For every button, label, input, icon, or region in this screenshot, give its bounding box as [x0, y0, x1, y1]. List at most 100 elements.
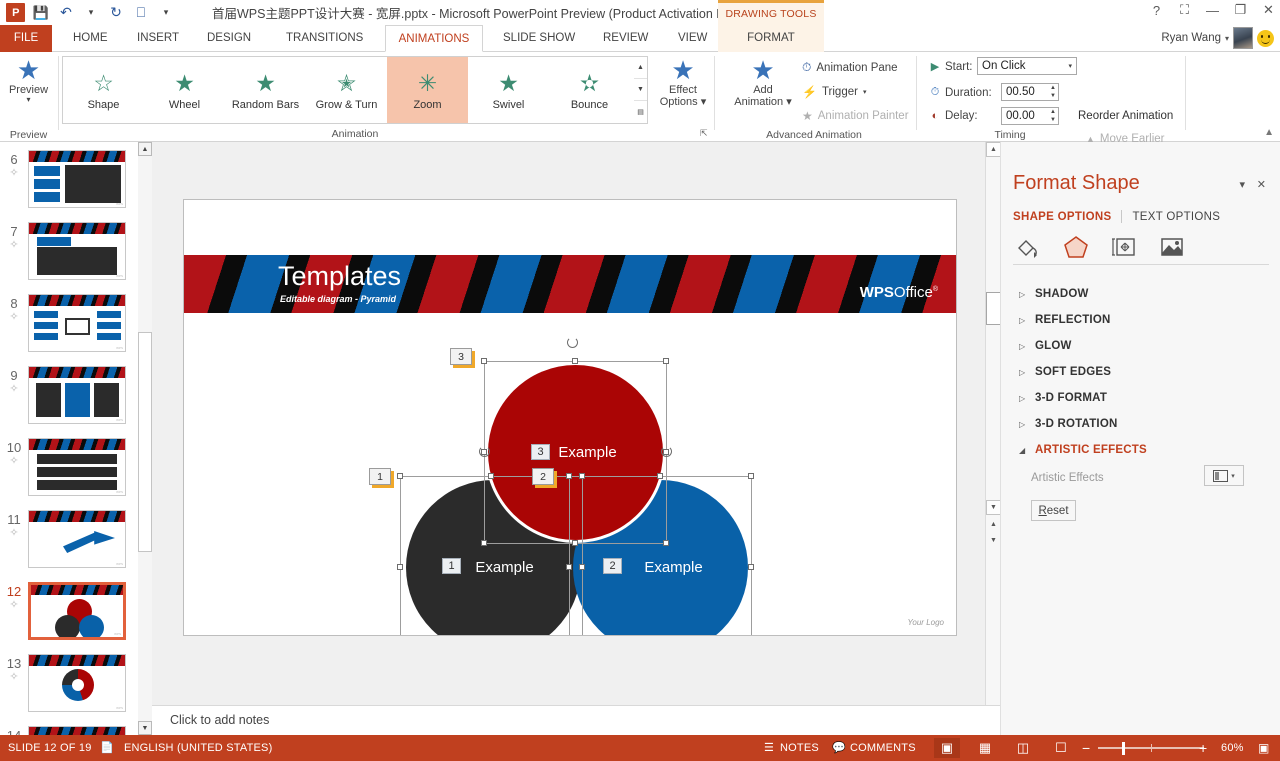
thumbnail-slide-8[interactable]: 8 ✧ WPS: [0, 294, 138, 352]
animation-dialog-launcher[interactable]: ⇱: [700, 128, 708, 139]
canvas-scroll-down-icon[interactable]: ▼: [986, 500, 1001, 515]
customize-qat-icon[interactable]: ▾: [157, 4, 175, 22]
artistic-effects-dropdown[interactable]: ▾: [1204, 465, 1244, 486]
rotate-handle-right[interactable]: [661, 446, 672, 457]
handle-e[interactable]: [579, 564, 585, 570]
reading-view-button[interactable]: ◫: [1010, 738, 1036, 758]
animation-star-icon[interactable]: ✧: [0, 455, 28, 468]
tab-file[interactable]: FILE: [0, 25, 52, 52]
animation-wheel[interactable]: ★ Wheel: [144, 57, 225, 123]
section-glow[interactable]: ▷ GLOW: [1019, 340, 1072, 352]
animation-tag-1[interactable]: 1: [369, 468, 391, 485]
animation-star-icon[interactable]: ✧: [0, 167, 28, 180]
handle-w[interactable]: [566, 564, 572, 570]
handle-ne[interactable]: [579, 473, 585, 479]
comments-button[interactable]: COMMENTS: [850, 735, 916, 761]
handle-n[interactable]: [657, 473, 663, 479]
animation-star-icon[interactable]: ✧: [0, 671, 28, 684]
section-soft-edges[interactable]: ▷ SOFT EDGES: [1019, 366, 1111, 378]
tab-review[interactable]: REVIEW: [592, 25, 659, 52]
handle-se[interactable]: [663, 540, 669, 546]
tab-insert[interactable]: INSERT: [126, 25, 190, 52]
notes-button[interactable]: NOTES: [780, 735, 819, 761]
zoom-level-label[interactable]: 60%: [1221, 735, 1244, 761]
size-layout-icon[interactable]: [1109, 234, 1139, 260]
thumbnail-scroll-thumb[interactable]: [138, 332, 152, 552]
slide-canvas[interactable]: Templates Editable diagram - Pyramid WPS…: [183, 199, 957, 636]
thumb-canvas[interactable]: WPS: [28, 510, 126, 568]
start-dropdown[interactable]: On Click ▾: [977, 57, 1077, 75]
slide-show-view-button[interactable]: ☐: [1048, 738, 1074, 758]
thumb-canvas[interactable]: WPS: [28, 294, 126, 352]
thumbnail-scrollbar[interactable]: ▲ ▼: [138, 142, 152, 735]
duration-down-icon[interactable]: ▼: [1050, 93, 1056, 99]
animation-star-icon[interactable]: ✧: [0, 239, 28, 252]
animation-random-bars[interactable]: ★ Random Bars: [225, 57, 306, 123]
thumbnail-scroll-up-icon[interactable]: ▲: [138, 142, 152, 156]
handle-n[interactable]: [488, 473, 494, 479]
animation-painter-button[interactable]: ★ Animation Painter: [802, 109, 909, 123]
tab-design[interactable]: DESIGN: [196, 25, 262, 52]
handle-nw[interactable]: [481, 358, 487, 364]
gallery-scroll-down-icon[interactable]: ▼: [634, 79, 647, 101]
section-3d-format[interactable]: ▷ 3-D FORMAT: [1019, 392, 1107, 404]
animation-star-icon[interactable]: ✧: [0, 599, 28, 612]
notes-icon[interactable]: ☰: [764, 735, 774, 761]
slide-counter[interactable]: SLIDE 12 OF 19: [8, 735, 92, 761]
tab-transitions[interactable]: TRANSITIONS: [275, 25, 374, 52]
add-animation-button[interactable]: ★ Add Animation ▾: [730, 52, 796, 108]
thumb-canvas[interactable]: WPS: [28, 366, 126, 424]
normal-view-button[interactable]: ▣: [934, 738, 960, 758]
restore-icon[interactable]: ❐: [1233, 2, 1248, 18]
preview-dropdown-icon[interactable]: ▾: [26, 96, 30, 104]
zoom-out-button[interactable]: −: [1082, 735, 1090, 761]
reset-button[interactable]: Reset: [1031, 500, 1076, 521]
thumbnail-slide-11[interactable]: 11 ✧ WPS: [0, 510, 138, 568]
animation-star-icon[interactable]: ✧: [0, 383, 28, 396]
notes-pane[interactable]: Click to add notes: [152, 705, 1000, 735]
help-icon[interactable]: ?: [1149, 3, 1164, 18]
handle-ne[interactable]: [663, 358, 669, 364]
format-pane-close-icon[interactable]: ✕: [1257, 178, 1266, 191]
effect-options-button[interactable]: ★ Effect Options ▾: [655, 52, 711, 108]
thumbnail-slide-14[interactable]: 14: [0, 726, 138, 735]
undo-icon[interactable]: ↶: [57, 4, 75, 22]
canvas-scroll-up-icon[interactable]: ▲: [986, 142, 1001, 157]
section-reflection[interactable]: ▷ REFLECTION: [1019, 314, 1110, 326]
handle-ne[interactable]: [748, 473, 754, 479]
animation-zoom[interactable]: ✳ Zoom: [387, 57, 468, 123]
handle-sw[interactable]: [481, 540, 487, 546]
tab-shape-options[interactable]: SHAPE OPTIONS: [1013, 211, 1111, 223]
delay-down-icon[interactable]: ▼: [1050, 117, 1056, 123]
handle-nw[interactable]: [566, 473, 572, 479]
slide-title[interactable]: Templates: [278, 261, 401, 292]
thumbnail-slide-13[interactable]: 13 ✧ WPS: [0, 654, 138, 712]
notes-placeholder[interactable]: Click to add notes: [170, 713, 269, 727]
zoom-slider-knob[interactable]: [1122, 742, 1125, 755]
slide-subtitle[interactable]: Editable diagram - Pyramid: [280, 294, 396, 304]
slide-sorter-view-button[interactable]: ▦: [972, 738, 998, 758]
canvas-scroll-thumb[interactable]: [986, 292, 1001, 325]
start-presentation-icon[interactable]: ⎕: [132, 4, 150, 22]
delay-up-icon[interactable]: ▲: [1050, 109, 1056, 115]
duration-up-icon[interactable]: ▲: [1050, 85, 1056, 91]
comments-icon[interactable]: 💬: [832, 735, 846, 761]
avatar[interactable]: [1233, 27, 1253, 49]
thumbnail-slide-7[interactable]: 7 ✧ WPS: [0, 222, 138, 280]
delay-input[interactable]: 00.00 ▲ ▼: [1001, 107, 1059, 125]
collapse-ribbon-icon[interactable]: ▲: [1264, 127, 1274, 138]
handle-e[interactable]: [748, 564, 754, 570]
tab-slide-show[interactable]: SLIDE SHOW: [492, 25, 586, 52]
thumb-canvas[interactable]: WPS: [28, 582, 126, 640]
animation-swivel[interactable]: ★ Swivel: [468, 57, 549, 123]
animation-tag-3[interactable]: 3: [450, 348, 472, 365]
tab-text-options[interactable]: TEXT OPTIONS: [1132, 211, 1220, 223]
animation-tag-2[interactable]: 2: [532, 468, 554, 485]
thumbnail-slide-6[interactable]: 6 ✧ WPS: [0, 150, 138, 208]
thumbnail-scroll-down-icon[interactable]: ▼: [138, 721, 152, 735]
trigger-button[interactable]: ⚡ Trigger ▾: [802, 85, 866, 99]
tab-view[interactable]: VIEW: [667, 25, 718, 52]
thumb-canvas[interactable]: WPS: [28, 654, 126, 712]
next-slide-icon[interactable]: ▼: [986, 533, 1001, 548]
save-icon[interactable]: 💾: [32, 4, 50, 22]
